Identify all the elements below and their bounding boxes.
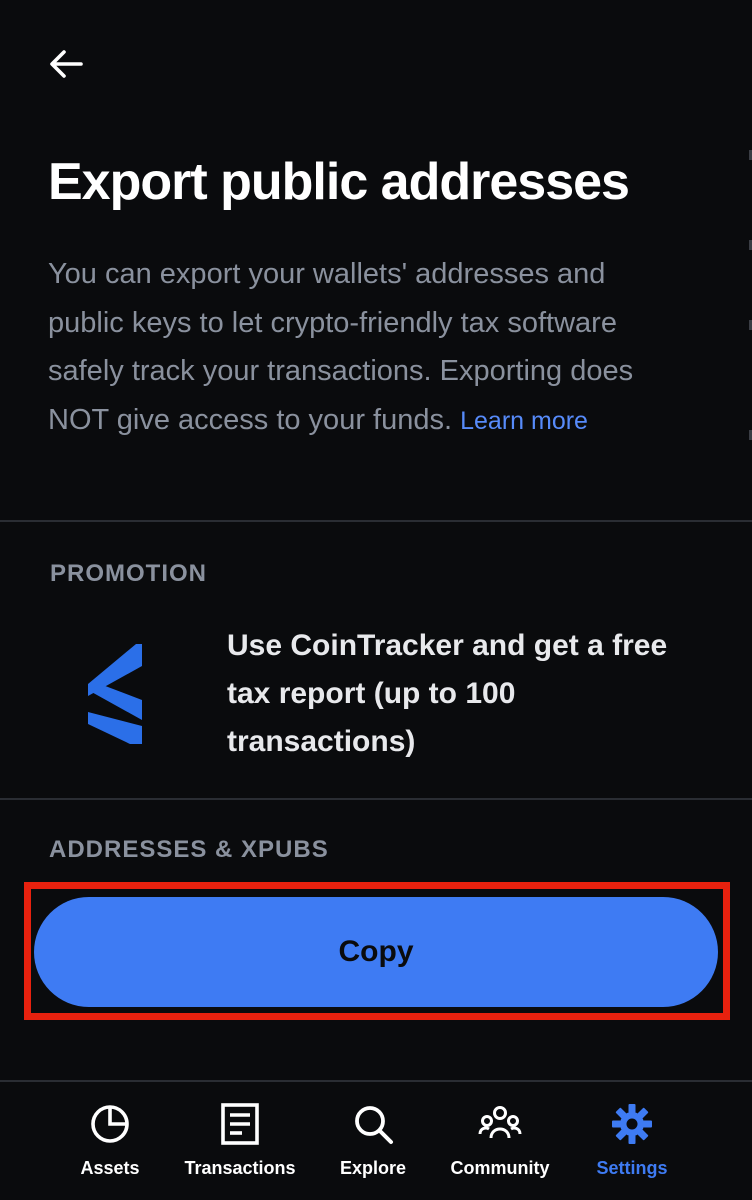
tab-label: Explore: [339, 1158, 407, 1178]
tab-label: Community: [450, 1158, 550, 1178]
tab-label: Transactions: [184, 1158, 296, 1178]
gear-icon: [612, 1104, 652, 1144]
tab-label: Settings: [596, 1158, 668, 1178]
page-title: Export public addresses: [48, 153, 630, 211]
tab-assets[interactable]: Assets: [72, 1102, 148, 1179]
divider: [0, 520, 752, 522]
export-public-addresses-screen: Export public addresses You can export y…: [0, 0, 752, 1200]
tab-explore[interactable]: Explore: [332, 1102, 414, 1179]
learn-more-link[interactable]: Learn more: [460, 407, 588, 435]
pie-chart-icon: [91, 1105, 129, 1143]
tab-settings[interactable]: Settings: [590, 1102, 674, 1179]
back-button[interactable]: [48, 40, 96, 88]
page-description: You can export your wallets' addresses a…: [48, 250, 688, 445]
cointracker-logo-icon[interactable]: [82, 640, 148, 748]
promotion-text[interactable]: Use CoinTracker and get a free tax repor…: [227, 622, 707, 766]
copy-button[interactable]: Copy: [34, 897, 718, 1007]
tab-community[interactable]: Community: [444, 1102, 556, 1179]
search-icon: [355, 1106, 393, 1144]
promotion-section-label: PROMOTION: [50, 560, 207, 587]
people-icon: [478, 1106, 522, 1139]
document-icon: [221, 1103, 259, 1145]
divider: [0, 798, 752, 800]
addresses-section-label: ADDRESSES & XPUBS: [49, 836, 329, 863]
arrow-left-icon: [50, 50, 83, 78]
bottom-tab-bar: Assets Transactions Explore Community Se…: [0, 1082, 752, 1200]
tab-label: Assets: [80, 1158, 140, 1178]
tab-transactions[interactable]: Transactions: [176, 1102, 304, 1179]
